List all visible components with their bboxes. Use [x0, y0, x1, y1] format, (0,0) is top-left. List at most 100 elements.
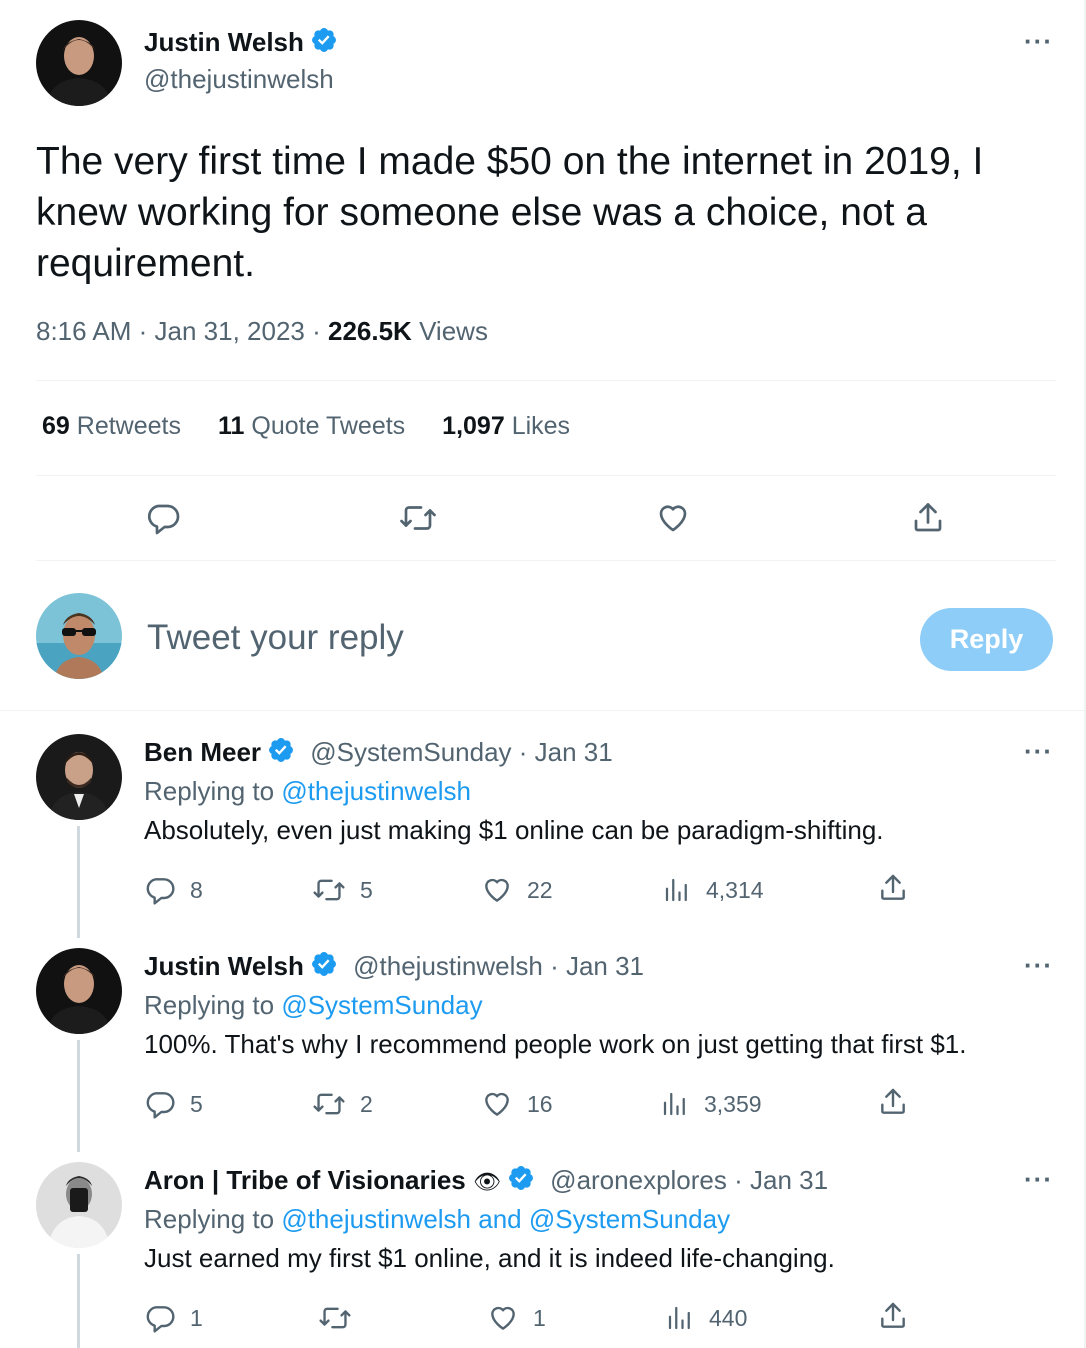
divider [36, 560, 1056, 561]
retweet-action[interactable] [318, 1302, 366, 1334]
reply-icon [146, 1092, 175, 1119]
replying-prefix: Replying to [144, 1204, 282, 1234]
retweet-count: 5 [360, 876, 373, 903]
reply-action[interactable]: 8 [144, 874, 203, 906]
reply-button[interactable]: Reply [920, 608, 1053, 671]
reply-author-name[interactable]: Ben Meer [144, 737, 261, 767]
author-avatar[interactable] [36, 20, 122, 106]
views-count: 4,314 [706, 876, 764, 903]
views-count: 440 [709, 1304, 748, 1331]
retweets-stat[interactable]: 69 Retweets [42, 412, 181, 441]
share-action[interactable] [877, 872, 909, 904]
retweet-icon[interactable] [398, 500, 438, 541]
like-count: 22 [527, 876, 553, 903]
views-icon [663, 1092, 685, 1116]
retweet-action[interactable]: 2 [312, 1088, 373, 1120]
reply-action[interactable]: 1 [144, 1302, 203, 1334]
reply-author-name[interactable]: Aron | Tribe of Visionaries [144, 1165, 466, 1195]
reply-avatar-justin-welsh[interactable] [36, 948, 122, 1034]
reply-date[interactable]: · Jan 31 [512, 737, 613, 767]
like-action[interactable]: 1 [487, 1302, 546, 1334]
views-count: 226.5K [327, 316, 412, 346]
divider [0, 710, 1084, 711]
share-icon [881, 1302, 905, 1328]
replying-prefix: Replying to [144, 990, 282, 1020]
like-icon[interactable] [654, 500, 692, 541]
like-icon [485, 878, 509, 902]
replying-prefix: Replying to [144, 776, 282, 806]
reply-author-handle[interactable]: @aronexplores [550, 1165, 727, 1195]
likes-count: 1,097 [442, 412, 505, 440]
tweet-time[interactable]: 8:16 AM [36, 316, 131, 346]
share-icon[interactable] [910, 500, 946, 541]
author-handle[interactable]: @thejustinwelsh [144, 64, 334, 95]
current-user-avatar[interactable] [36, 593, 122, 679]
reply-avatar-ben-meer[interactable] [36, 734, 122, 820]
replying-to-link[interactable]: @SystemSunday [281, 990, 482, 1020]
like-action[interactable]: 16 [481, 1088, 553, 1120]
like-count: 1 [533, 1304, 546, 1331]
views-action[interactable]: 4,314 [662, 874, 764, 906]
thread-connector [77, 826, 80, 938]
meta-separator: · [304, 316, 328, 346]
like-icon [491, 1306, 515, 1330]
views-label: Views [419, 316, 488, 346]
replying-to-link[interactable]: @thejustinwelsh [281, 776, 471, 806]
tweet-meta: 8:16 AM · Jan 31, 2023 · 226.5K Views [36, 316, 488, 347]
reply-input[interactable]: Tweet your reply [147, 618, 404, 658]
reply-header: Ben Meer @SystemSunday · Jan 31 [144, 736, 613, 771]
share-action[interactable] [877, 1086, 909, 1118]
author-name[interactable]: Justin Welsh [144, 27, 304, 57]
reply-avatar-aron[interactable] [36, 1162, 122, 1248]
reply-author-handle[interactable]: @SystemSunday [310, 737, 511, 767]
reply-date[interactable]: · Jan 31 [727, 1165, 828, 1195]
views-action[interactable]: 440 [665, 1302, 747, 1334]
more-options-icon[interactable]: ··· [1024, 736, 1053, 767]
like-action[interactable]: 22 [481, 874, 553, 906]
share-icon [881, 1088, 905, 1114]
verified-badge-icon [267, 736, 295, 771]
reply-icon [146, 1306, 175, 1333]
share-action[interactable] [877, 1300, 909, 1332]
quotes-count: 11 [217, 412, 245, 440]
reply-action[interactable]: 5 [144, 1088, 203, 1120]
more-options-icon[interactable]: ··· [1024, 950, 1053, 981]
thread-connector [77, 1040, 80, 1152]
reply-icon[interactable] [145, 500, 181, 541]
reply-text: Absolutely, even just making $1 online c… [144, 815, 884, 845]
replying-to: Replying to @thejustinwelsh and @SystemS… [144, 1204, 730, 1235]
verified-badge-icon [507, 1164, 535, 1199]
reply-date[interactable]: · Jan 31 [543, 951, 644, 981]
replying-to-link[interactable]: @thejustinwelsh and @SystemSunday [281, 1204, 730, 1234]
tweet-date[interactable]: Jan 31, 2023 [155, 316, 305, 346]
views-icon [665, 878, 687, 902]
reply-count: 5 [190, 1090, 203, 1117]
views-action[interactable]: 3,359 [660, 1088, 762, 1120]
verified-badge-icon [310, 26, 338, 59]
retweet-icon [313, 1093, 345, 1115]
reply-text: Just earned my first $1 online, and it i… [144, 1243, 835, 1273]
eye-emoji-icon: 👁 [473, 1169, 501, 1194]
retweet-count: 2 [360, 1090, 373, 1117]
like-icon [485, 1092, 509, 1116]
meta-separator: · [131, 316, 155, 346]
reply-author-name[interactable]: Justin Welsh [144, 951, 304, 981]
engagement-stats: 69 Retweets 11 Quote Tweets 1,097 Likes [42, 412, 570, 441]
like-count: 16 [527, 1090, 553, 1117]
quotes-label: Quote Tweets [251, 412, 406, 440]
replying-to: Replying to @thejustinwelsh [144, 776, 471, 807]
replying-to: Replying to @SystemSunday [144, 990, 483, 1021]
divider [36, 380, 1056, 381]
reply-count: 8 [190, 876, 203, 903]
more-options-icon[interactable]: ··· [1024, 1164, 1053, 1195]
more-options-icon[interactable]: ··· [1024, 26, 1053, 57]
retweets-label: Retweets [76, 412, 181, 440]
reply-text: 100%. That's why I recommend people work… [144, 1029, 967, 1059]
reply-count: 1 [190, 1304, 203, 1331]
likes-stat[interactable]: 1,097 Likes [442, 412, 570, 441]
retweet-action[interactable]: 5 [312, 874, 373, 906]
reply-icon [146, 878, 175, 905]
likes-label: Likes [511, 412, 571, 440]
quotes-stat[interactable]: 11 Quote Tweets [218, 412, 405, 441]
reply-author-handle[interactable]: @thejustinwelsh [353, 951, 543, 981]
